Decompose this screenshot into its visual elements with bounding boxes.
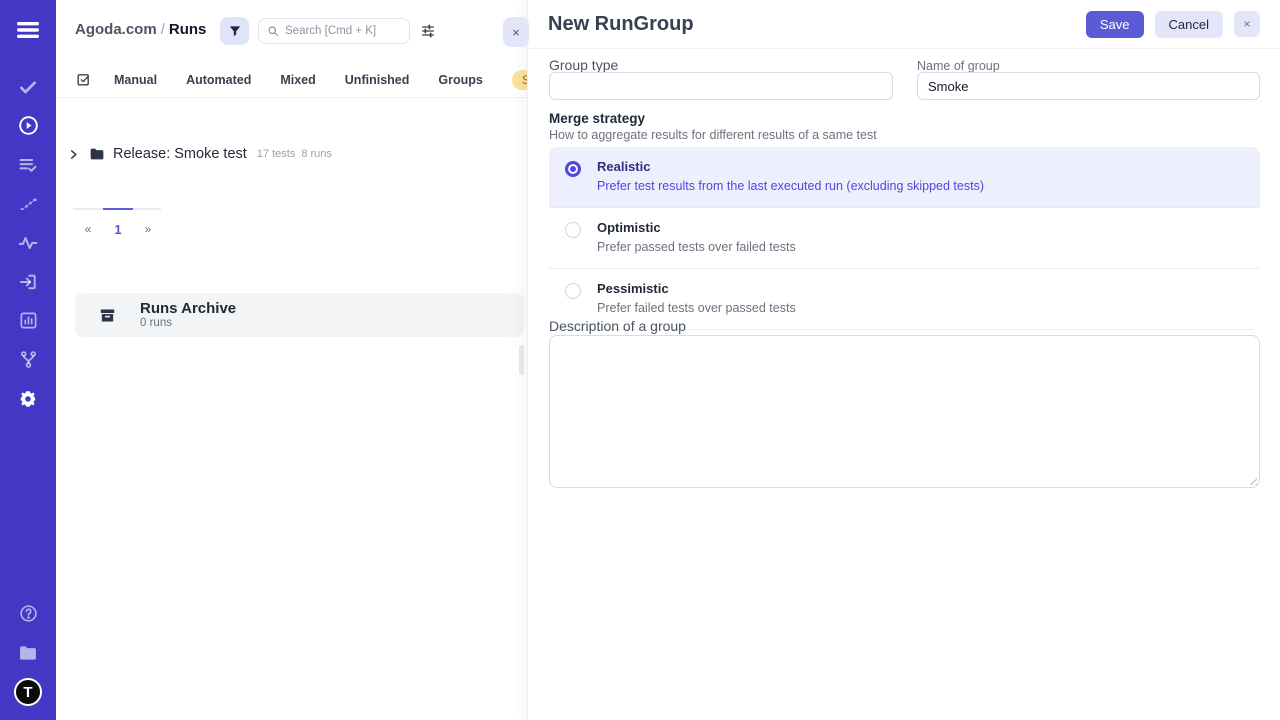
run-group-row[interactable]: Release: Smoke test 17 tests 8 runs [68, 141, 338, 167]
option-title: Optimistic [597, 220, 796, 236]
pagination-next[interactable]: » [133, 218, 163, 240]
breadcrumb-separator: / [157, 21, 169, 38]
gear-icon[interactable] [8, 379, 48, 418]
archive-box-icon [99, 307, 116, 324]
runs-list-panel: Agoda.com/Runs Manual Automated Mixed Un… [56, 0, 527, 720]
name-of-group-label: Name of group [917, 59, 1000, 73]
option-description: Prefer failed tests over passed tests [597, 301, 796, 316]
pulse-icon[interactable] [8, 223, 48, 262]
drawer-resize-handle[interactable] [519, 345, 524, 375]
left-panel-header: Agoda.com/Runs [56, 0, 527, 62]
group-type-input[interactable] [549, 72, 893, 100]
new-rungroup-panel: New RunGroup Save Cancel × Group type Na… [527, 0, 1280, 720]
search-box[interactable] [258, 18, 410, 44]
funnel-icon [228, 24, 242, 38]
drawer-close-button[interactable]: × [503, 17, 529, 47]
breadcrumb-page: Runs [169, 21, 207, 38]
play-circle-icon[interactable] [8, 106, 48, 145]
pagination: « 1 » [73, 218, 163, 240]
archive-subtitle: 0 runs [140, 317, 236, 330]
merge-strategy-label: Merge strategy [549, 111, 645, 126]
pagination-track [73, 208, 161, 210]
filter-tabs-row: Manual Automated Mixed Unfinished Groups… [56, 62, 527, 98]
option-description: Prefer test results from the last execut… [597, 179, 984, 194]
breadcrumb-project[interactable]: Agoda.com [75, 21, 157, 38]
folder-icon [89, 146, 105, 162]
help-icon[interactable] [8, 594, 48, 633]
name-of-group-input[interactable] [917, 72, 1260, 100]
radio-unselected-icon[interactable] [565, 222, 581, 238]
tab-automated[interactable]: Automated [186, 73, 251, 87]
list-check-icon[interactable] [8, 145, 48, 184]
option-realistic[interactable]: Realistic Prefer test results from the l… [549, 147, 1260, 208]
archive-title: Runs Archive [140, 300, 236, 317]
runs-archive-row[interactable]: Runs Archive 0 runs [75, 293, 524, 337]
option-description: Prefer passed tests over failed tests [597, 240, 796, 255]
search-icon [267, 25, 279, 37]
tab-groups[interactable]: Groups [438, 73, 482, 87]
run-group-title[interactable]: Release: Smoke test [113, 146, 247, 162]
search-input[interactable] [285, 25, 401, 37]
select-all-icon[interactable] [76, 72, 91, 87]
pagination-page-1[interactable]: 1 [103, 218, 133, 240]
bar-chart-icon[interactable] [8, 301, 48, 340]
tests-count: 17 tests [257, 148, 296, 160]
merge-strategy-options: Realistic Prefer test results from the l… [549, 147, 1260, 330]
runs-count: 8 runs [301, 148, 332, 160]
pagination-active-indicator [103, 208, 133, 210]
radio-selected-icon[interactable] [565, 161, 581, 177]
page-title: New RunGroup [548, 13, 694, 36]
group-type-label: Group type [549, 57, 618, 73]
panel-header: New RunGroup Save Cancel × [528, 0, 1280, 49]
import-icon[interactable] [8, 262, 48, 301]
tab-mixed[interactable]: Mixed [280, 73, 315, 87]
steps-icon[interactable] [8, 184, 48, 223]
close-icon[interactable]: × [1234, 11, 1260, 37]
sliders-icon[interactable] [420, 23, 436, 39]
cancel-button[interactable]: Cancel [1155, 11, 1223, 38]
option-title: Pessimistic [597, 281, 796, 297]
save-button[interactable]: Save [1086, 11, 1144, 38]
chevron-right-icon[interactable] [68, 149, 79, 160]
filter-button[interactable] [220, 17, 249, 45]
description-textarea[interactable] [549, 335, 1260, 488]
branch-icon[interactable] [8, 340, 48, 379]
tab-manual[interactable]: Manual [114, 73, 157, 87]
breadcrumb: Agoda.com/Runs [75, 21, 206, 38]
tab-unfinished[interactable]: Unfinished [345, 73, 410, 87]
folder-icon[interactable] [8, 633, 48, 672]
pagination-prev[interactable]: « [73, 218, 103, 240]
app-sidebar: T [0, 0, 56, 720]
radio-unselected-icon[interactable] [565, 283, 581, 299]
option-optimistic[interactable]: Optimistic Prefer passed tests over fail… [549, 208, 1260, 269]
merge-strategy-hint: How to aggregate results for different r… [549, 128, 877, 142]
option-title: Realistic [597, 159, 984, 175]
hamburger-menu-icon[interactable] [8, 10, 48, 49]
description-label: Description of a group [549, 318, 686, 334]
avatar[interactable]: T [14, 678, 42, 706]
check-icon[interactable] [8, 67, 48, 106]
